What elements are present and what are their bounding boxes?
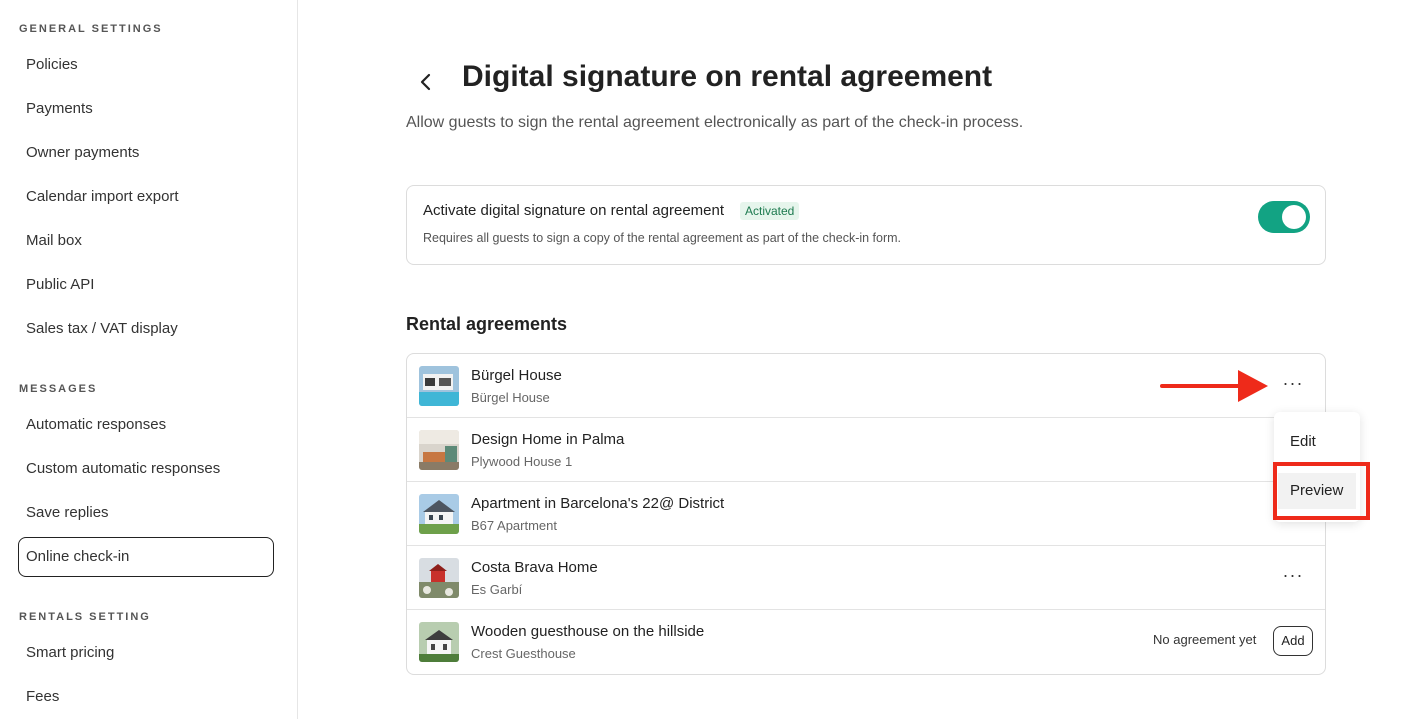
activation-toggle[interactable] [1258,201,1310,233]
property-title: Apartment in Barcelona's 22@ District [471,495,725,512]
more-options-button[interactable]: ··· [1279,372,1307,400]
property-thumbnail [419,558,459,598]
property-thumbnail [419,430,459,470]
property-title: Bürgel House [471,367,562,384]
sidebar-item-public-api[interactable]: Public API [18,265,274,305]
property-subtitle: Crest Guesthouse [471,646,576,661]
arrow-right-icon [1160,370,1268,402]
list-item: Wooden guesthouse on the hillside Crest … [407,610,1325,674]
status-badge: Activated [740,202,800,220]
back-button[interactable] [410,66,442,98]
toggle-knob [1282,205,1306,229]
activation-card: Activate digital signature on rental agr… [406,185,1326,265]
sidebar-item-policies[interactable]: Policies [18,45,274,85]
highlight-box [1273,462,1370,520]
list-item: Costa Brava Home Es Garbí ··· [407,546,1325,610]
sidebar-item-calendar-import-export[interactable]: Calendar import export [18,177,274,217]
sidebar-item-mail-box[interactable]: Mail box [18,221,274,261]
sidebar-item-sales-tax[interactable]: Sales tax / VAT display [18,309,274,349]
add-agreement-button[interactable]: Add [1273,626,1313,656]
agreement-status: No agreement yet [1153,632,1257,647]
sidebar-item-smart-pricing[interactable]: Smart pricing [18,633,274,673]
property-title: Design Home in Palma [471,431,625,448]
sidebar-item-save-replies[interactable]: Save replies [18,493,274,533]
sidebar-item-owner-payments[interactable]: Owner payments [18,133,274,173]
sidebar-item-payments[interactable]: Payments [18,89,274,129]
property-subtitle: B67 Apartment [471,518,557,533]
section-title-general-settings: GENERAL SETTINGS [19,23,163,35]
more-options-button[interactable]: ··· [1279,564,1307,592]
section-title-messages: MESSAGES [19,383,98,395]
section-title-rentals-setting: RENTALS SETTING [19,611,151,623]
page-title: Digital signature on rental agreement [462,60,993,93]
activation-description: Requires all guests to sign a copy of th… [423,231,902,245]
list-item: Design Home in Palma Plywood House 1 [407,418,1325,482]
sidebar-item-fees[interactable]: Fees [18,677,274,717]
main-content: Digital signature on rental agreement Al… [298,0,1416,719]
property-subtitle: Es Garbí [471,582,523,597]
property-subtitle: Bürgel House [471,390,550,405]
rental-agreements-heading: Rental agreements [406,314,568,334]
property-thumbnail [419,366,459,406]
activation-title: Activate digital signature on rental agr… [423,202,725,219]
list-item: Apartment in Barcelona's 22@ District B6… [407,482,1325,546]
chevron-left-icon [420,73,431,91]
sidebar-item-automatic-responses[interactable]: Automatic responses [18,405,274,445]
property-thumbnail [419,494,459,534]
property-title: Costa Brava Home [471,559,598,576]
property-title: Wooden guesthouse on the hillside [471,623,705,640]
settings-sidebar: GENERAL SETTINGS Policies Payments Owner… [0,0,298,719]
menu-item-edit[interactable]: Edit [1278,424,1356,460]
sidebar-item-custom-automatic-responses[interactable]: Custom automatic responses [18,449,274,489]
sidebar-item-online-check-in[interactable]: Online check-in [18,537,274,577]
property-thumbnail [419,622,459,662]
property-subtitle: Plywood House 1 [471,454,573,469]
page-subtitle: Allow guests to sign the rental agreemen… [406,114,1024,131]
